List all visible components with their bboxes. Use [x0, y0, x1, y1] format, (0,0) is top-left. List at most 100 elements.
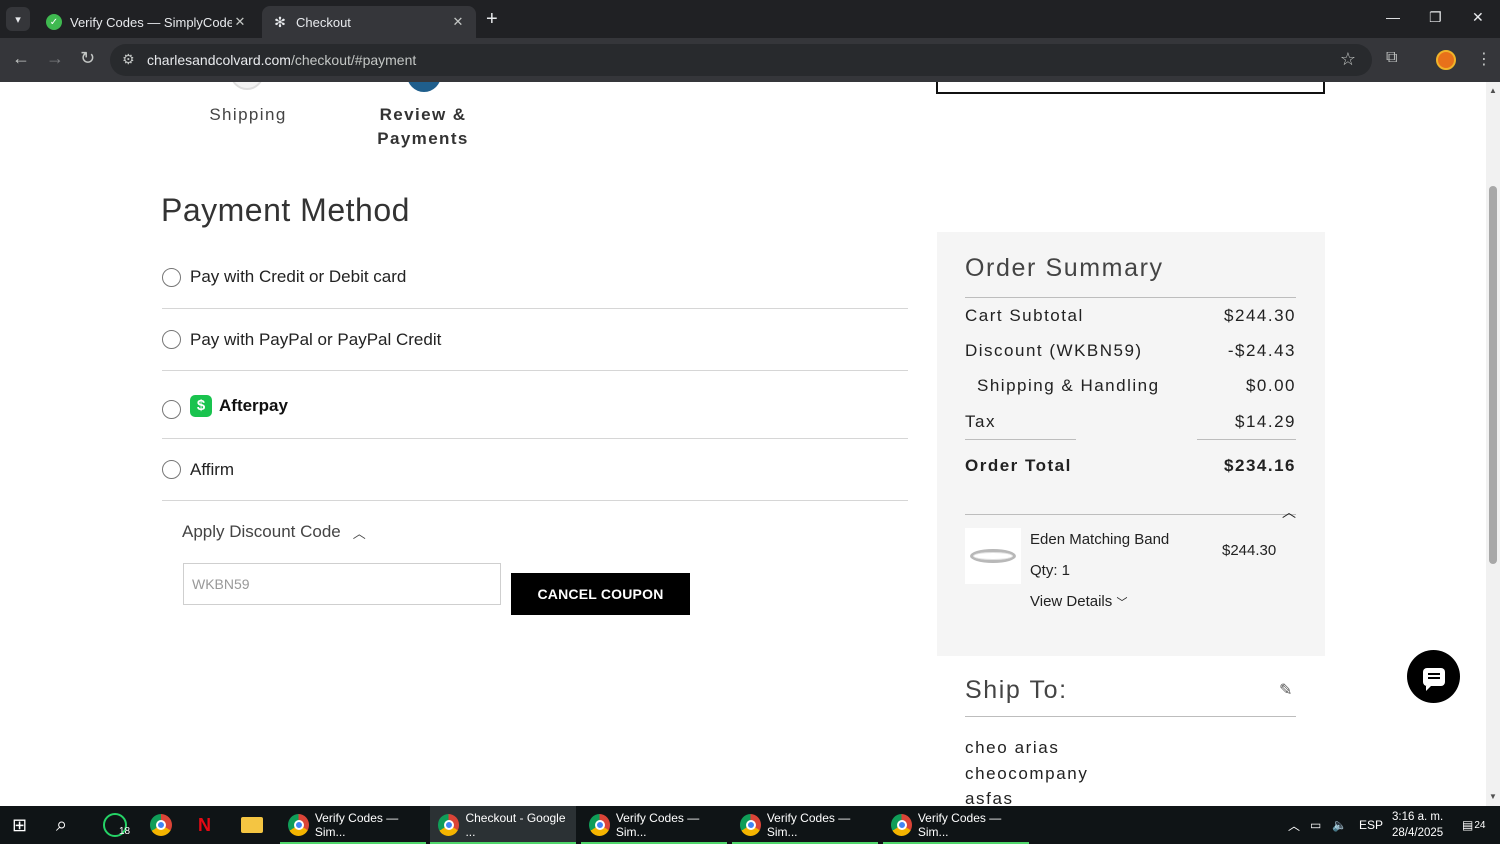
summary-row-subtotal: Cart Subtotal $244.30: [965, 306, 1296, 326]
notifications-icon[interactable]: ▤ 24: [1462, 806, 1485, 844]
summary-label: Discount (WKBN59): [965, 341, 1143, 360]
ship-to-line: cheocompany: [965, 764, 1089, 783]
close-window-icon[interactable]: ✕: [1472, 9, 1484, 26]
scroll-up-icon[interactable]: ▲: [1489, 86, 1497, 95]
clock-date: 28/4/2025: [1392, 827, 1444, 839]
order-summary-title: Order Summary: [965, 254, 1164, 282]
divider: [965, 297, 1296, 298]
url-path: /checkout/#payment: [290, 52, 417, 68]
payment-option-paypal[interactable]: Pay with PayPal or PayPal Credit: [162, 309, 908, 371]
language-indicator[interactable]: ESP: [1359, 806, 1383, 844]
payment-option-affirm[interactable]: Affirm: [162, 439, 908, 501]
cancel-coupon-button[interactable]: CANCEL COUPON: [511, 573, 690, 615]
windows-taskbar: ⊞ ⌕ 18 N Verify Codes — Sim... Checkout …: [0, 806, 1500, 844]
url-domain: charlesandcolvard.com: [147, 52, 291, 68]
summary-row-total: Order Total $234.16: [965, 456, 1296, 476]
chat-icon: [1422, 667, 1445, 691]
step-review-line1: Review &: [379, 105, 467, 124]
summary-label: Tax: [965, 412, 996, 431]
address-bar[interactable]: ⚙ charlesandcolvard.com/checkout/#paymen…: [110, 44, 1372, 76]
product-thumbnail[interactable]: [965, 528, 1021, 584]
restore-icon[interactable]: ❐: [1429, 9, 1442, 26]
coupon-code-input[interactable]: [183, 563, 501, 605]
file-explorer-icon[interactable]: [241, 806, 263, 844]
afterpay-logo-icon: $: [190, 394, 212, 417]
whatsapp-icon[interactable]: 18: [103, 806, 138, 844]
windows-start-icon[interactable]: ⊞: [12, 806, 27, 844]
view-details-toggle[interactable]: View Details ﹀: [1030, 593, 1127, 610]
page-scrollbar[interactable]: ▲ ▼: [1486, 82, 1500, 806]
minimize-icon[interactable]: —: [1386, 9, 1400, 25]
scroll-down-icon[interactable]: ▼: [1489, 792, 1497, 801]
summary-value: $0.00: [1245, 376, 1296, 395]
close-tab-icon[interactable]: ✕: [232, 14, 248, 30]
taskbar-app-label: Verify Codes — Sim...: [615, 811, 700, 839]
chevron-down-icon: ﹀: [1116, 597, 1128, 609]
taskbar-app-verify-codes[interactable]: Verify Codes — Sim...: [732, 806, 878, 844]
reload-icon[interactable]: ↻: [80, 48, 95, 69]
divider: [1197, 439, 1296, 440]
clock[interactable]: 3:16 a. m. 28/4/2025: [1392, 809, 1443, 841]
ring-image: [970, 549, 1016, 563]
product-name: Eden Matching Band: [1030, 531, 1170, 548]
profile-avatar[interactable]: [1436, 50, 1456, 70]
taskbar-app-label: Verify Codes — Sim...: [314, 811, 399, 839]
order-summary-panel: Order Summary Cart Subtotal $244.30 Disc…: [937, 232, 1325, 656]
taskbar-app-label: Verify Codes — Sim...: [917, 811, 1002, 839]
taskbar-app-verify-codes[interactable]: Verify Codes — Sim...: [581, 806, 727, 844]
payment-method-title: Payment Method: [161, 192, 410, 228]
search-icon[interactable]: ⌕: [56, 806, 67, 844]
chrome-pinned-icon[interactable]: [150, 806, 178, 844]
payment-option-card[interactable]: Pay with Credit or Debit card: [162, 246, 908, 309]
notifications-count: 24: [1474, 819, 1486, 831]
items-collapse-chevron-up-icon[interactable]: ︿: [1282, 502, 1296, 522]
radio-credit-card[interactable]: [162, 267, 181, 287]
bookmark-star-icon[interactable]: ☆: [1340, 49, 1356, 70]
volume-icon[interactable]: 🔈: [1332, 806, 1347, 844]
summary-row-tax: Tax $14.29: [965, 412, 1296, 432]
ship-to-line: asfas: [965, 789, 1014, 806]
menu-kebab-icon[interactable]: ⋮: [1476, 49, 1492, 69]
taskbar-app-checkout[interactable]: Checkout - Google ...: [430, 806, 576, 844]
radio-paypal[interactable]: [162, 330, 181, 349]
radio-afterpay[interactable]: [162, 400, 181, 419]
forward-arrow-icon[interactable]: →: [46, 48, 64, 69]
radio-affirm[interactable]: [162, 460, 181, 479]
extensions-puzzle-icon[interactable]: ⧉: [1386, 49, 1397, 67]
taskbar-app-verify-codes[interactable]: Verify Codes — Sim...: [883, 806, 1029, 844]
taskbar-app-label: Checkout - Google ...: [465, 811, 566, 839]
new-tab-plus-icon[interactable]: +: [486, 8, 498, 31]
tray-chevron-up-icon[interactable]: ︿: [1288, 806, 1300, 844]
summary-label: Cart Subtotal: [965, 306, 1084, 325]
summary-row-shipping: Shipping & Handling $0.00: [965, 376, 1296, 396]
ship-to-title: Ship To:: [965, 676, 1068, 704]
payment-option-afterpay[interactable]: $ Afterpay: [162, 371, 908, 439]
payment-option-label: Pay with PayPal or PayPal Credit: [190, 329, 442, 349]
netflix-icon[interactable]: N: [198, 806, 211, 844]
product-qty: Qty: 1: [1030, 562, 1071, 579]
tab-search-chevron-icon[interactable]: ▾: [6, 7, 30, 31]
taskbar-app-verify-codes[interactable]: Verify Codes — Sim...: [280, 806, 426, 844]
clock-time: 3:16 a. m.: [1392, 811, 1444, 823]
step-review-line2: Payments: [377, 129, 469, 148]
tab-checkout[interactable]: ✻ Checkout ✕: [262, 6, 476, 38]
close-tab-icon[interactable]: ✕: [450, 14, 466, 30]
scroll-thumb[interactable]: [1489, 186, 1497, 564]
apply-discount-toggle[interactable]: Apply Discount Code ︿: [182, 522, 366, 542]
ship-to-panel: Ship To: ✎ cheo arias cheocompany asfas: [937, 656, 1325, 806]
apply-discount-label: Apply Discount Code: [182, 522, 341, 541]
charles-colvard-favicon-icon: ✻: [274, 13, 286, 30]
tab-bar: ▾ ✓ Verify Codes — SimplyCodes ✕ ✻ Check…: [0, 0, 1500, 38]
product-price: $244.30: [1222, 542, 1277, 559]
step-review-label: Review & Payments: [360, 103, 486, 151]
ship-to-line: cheo arias: [965, 738, 1060, 757]
edit-pencil-icon[interactable]: ✎: [1279, 680, 1292, 700]
network-icon[interactable]: ▭: [1310, 806, 1321, 844]
site-info-icon[interactable]: ⚙: [122, 51, 135, 68]
step-shipping-circle-icon: [230, 82, 264, 90]
tab-verify-codes[interactable]: ✓ Verify Codes — SimplyCodes ✕: [36, 6, 258, 38]
back-arrow-icon[interactable]: ←: [12, 48, 30, 69]
step-shipping-label[interactable]: Shipping: [196, 103, 300, 127]
chat-button[interactable]: [1407, 650, 1460, 703]
order-total-label: Order Total: [965, 456, 1072, 475]
